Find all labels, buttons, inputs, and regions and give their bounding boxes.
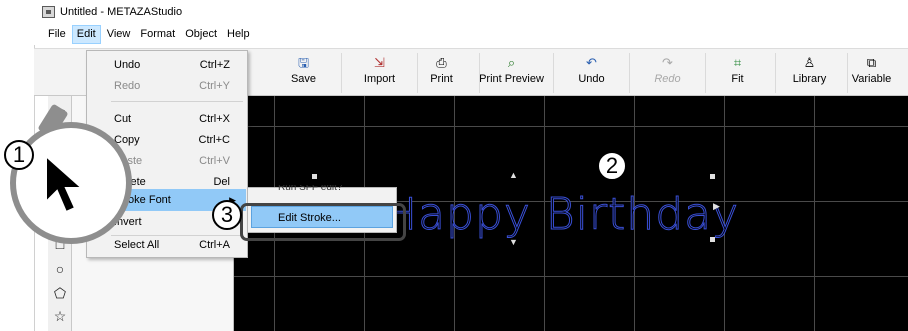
selection-handle[interactable] bbox=[312, 174, 317, 179]
menu-file[interactable]: File bbox=[44, 25, 70, 44]
rotate-handle-top[interactable]: ▲ bbox=[509, 170, 518, 180]
redo-icon: ↷ bbox=[662, 55, 673, 70]
rotate-handle-bottom[interactable]: ▼ bbox=[509, 237, 518, 247]
grid-line bbox=[814, 96, 815, 331]
variable-button[interactable]: ⧉ Variable bbox=[834, 53, 908, 93]
print-preview-button[interactable]: ⌕ Print Preview bbox=[470, 53, 554, 93]
menu-item-shortcut: Ctrl+X bbox=[199, 113, 230, 125]
menu-item-label: Redo bbox=[114, 80, 141, 92]
undo-button[interactable]: ↶ Undo bbox=[554, 53, 630, 93]
menu-object[interactable]: Object bbox=[181, 25, 221, 44]
polygon-icon[interactable]: ⬠ bbox=[52, 285, 68, 301]
magnifier-callout bbox=[10, 122, 132, 244]
fit-icon: ⌗ bbox=[733, 55, 742, 70]
callout-badge-2: 2 bbox=[597, 151, 627, 181]
menu-edit[interactable]: Edit bbox=[71, 25, 101, 44]
menu-item-undo[interactable]: Undo Ctrl+Z bbox=[88, 54, 246, 76]
menu-item-label: Undo bbox=[114, 59, 141, 71]
menu-item-redo[interactable]: Redo Ctrl+Y bbox=[88, 75, 246, 97]
star-icon[interactable]: ☆ bbox=[52, 308, 68, 324]
variable-label: Variable bbox=[851, 73, 892, 85]
save-icon: 🖫 bbox=[297, 55, 310, 70]
menu-item-label: Cut bbox=[114, 113, 132, 125]
menu-item-label: Select All bbox=[114, 239, 160, 251]
menu-format[interactable]: Format bbox=[136, 25, 179, 44]
callout-badge-3: 3 bbox=[212, 200, 242, 230]
menu-help[interactable]: Help bbox=[223, 25, 254, 44]
ellipse-icon[interactable]: ○ bbox=[52, 261, 68, 277]
undo-icon: ↶ bbox=[586, 55, 597, 70]
grid-line bbox=[234, 276, 908, 277]
title-bar: Untitled - METAZAStudio bbox=[34, 0, 908, 24]
window-title: Untitled - METAZAStudio bbox=[60, 6, 183, 18]
app-icon bbox=[42, 6, 55, 18]
callout-badge-1: 1 bbox=[4, 140, 34, 170]
canvas-text-object[interactable]: Happy Birthday bbox=[383, 189, 739, 241]
fit-button[interactable]: ⌗ Fit bbox=[700, 53, 776, 93]
variable-icon: ⧉ bbox=[866, 55, 877, 70]
callout-highlight-box bbox=[240, 203, 406, 241]
cursor-arrow-icon bbox=[45, 154, 85, 214]
print-icon: ⎙ bbox=[436, 55, 447, 70]
menu-item-shortcut: Ctrl+Z bbox=[199, 59, 230, 71]
save-button[interactable]: 🖫 Save bbox=[266, 53, 342, 93]
menu-item-shortcut: Ctrl+C bbox=[198, 134, 230, 146]
print-label: Print bbox=[430, 73, 453, 85]
skew-handle-right[interactable]: ▶ bbox=[713, 201, 720, 212]
redo-button[interactable]: ↷ Redo bbox=[630, 53, 706, 93]
menu-item-shortcut: Ctrl+Y bbox=[199, 80, 230, 92]
print-preview-label: Print Preview bbox=[479, 73, 544, 85]
menu-item-shortcut: Ctrl+V bbox=[199, 155, 230, 167]
menu-item-select-all[interactable]: Select All Ctrl+A bbox=[88, 234, 246, 256]
print-button[interactable]: ⎙ Print bbox=[404, 53, 480, 93]
selection-handle[interactable] bbox=[710, 237, 715, 242]
undo-label: Undo bbox=[578, 73, 605, 85]
fit-label: Fit bbox=[731, 73, 744, 85]
redo-label: Redo bbox=[654, 73, 681, 85]
submenu-partial-item[interactable]: Run SFF edit? bbox=[278, 185, 342, 195]
save-label: Save bbox=[290, 73, 317, 85]
grid-line bbox=[234, 126, 908, 127]
menu-item-shortcut: Ctrl+A bbox=[199, 239, 230, 251]
selection-handle[interactable] bbox=[710, 174, 715, 179]
print-preview-icon: ⌕ bbox=[507, 55, 516, 70]
menu-separator bbox=[111, 101, 243, 102]
menu-view[interactable]: View bbox=[103, 25, 135, 44]
menu-bar: File Edit View Format Object Help bbox=[34, 24, 908, 45]
menu-item-cut[interactable]: Cut Ctrl+X bbox=[88, 108, 246, 130]
